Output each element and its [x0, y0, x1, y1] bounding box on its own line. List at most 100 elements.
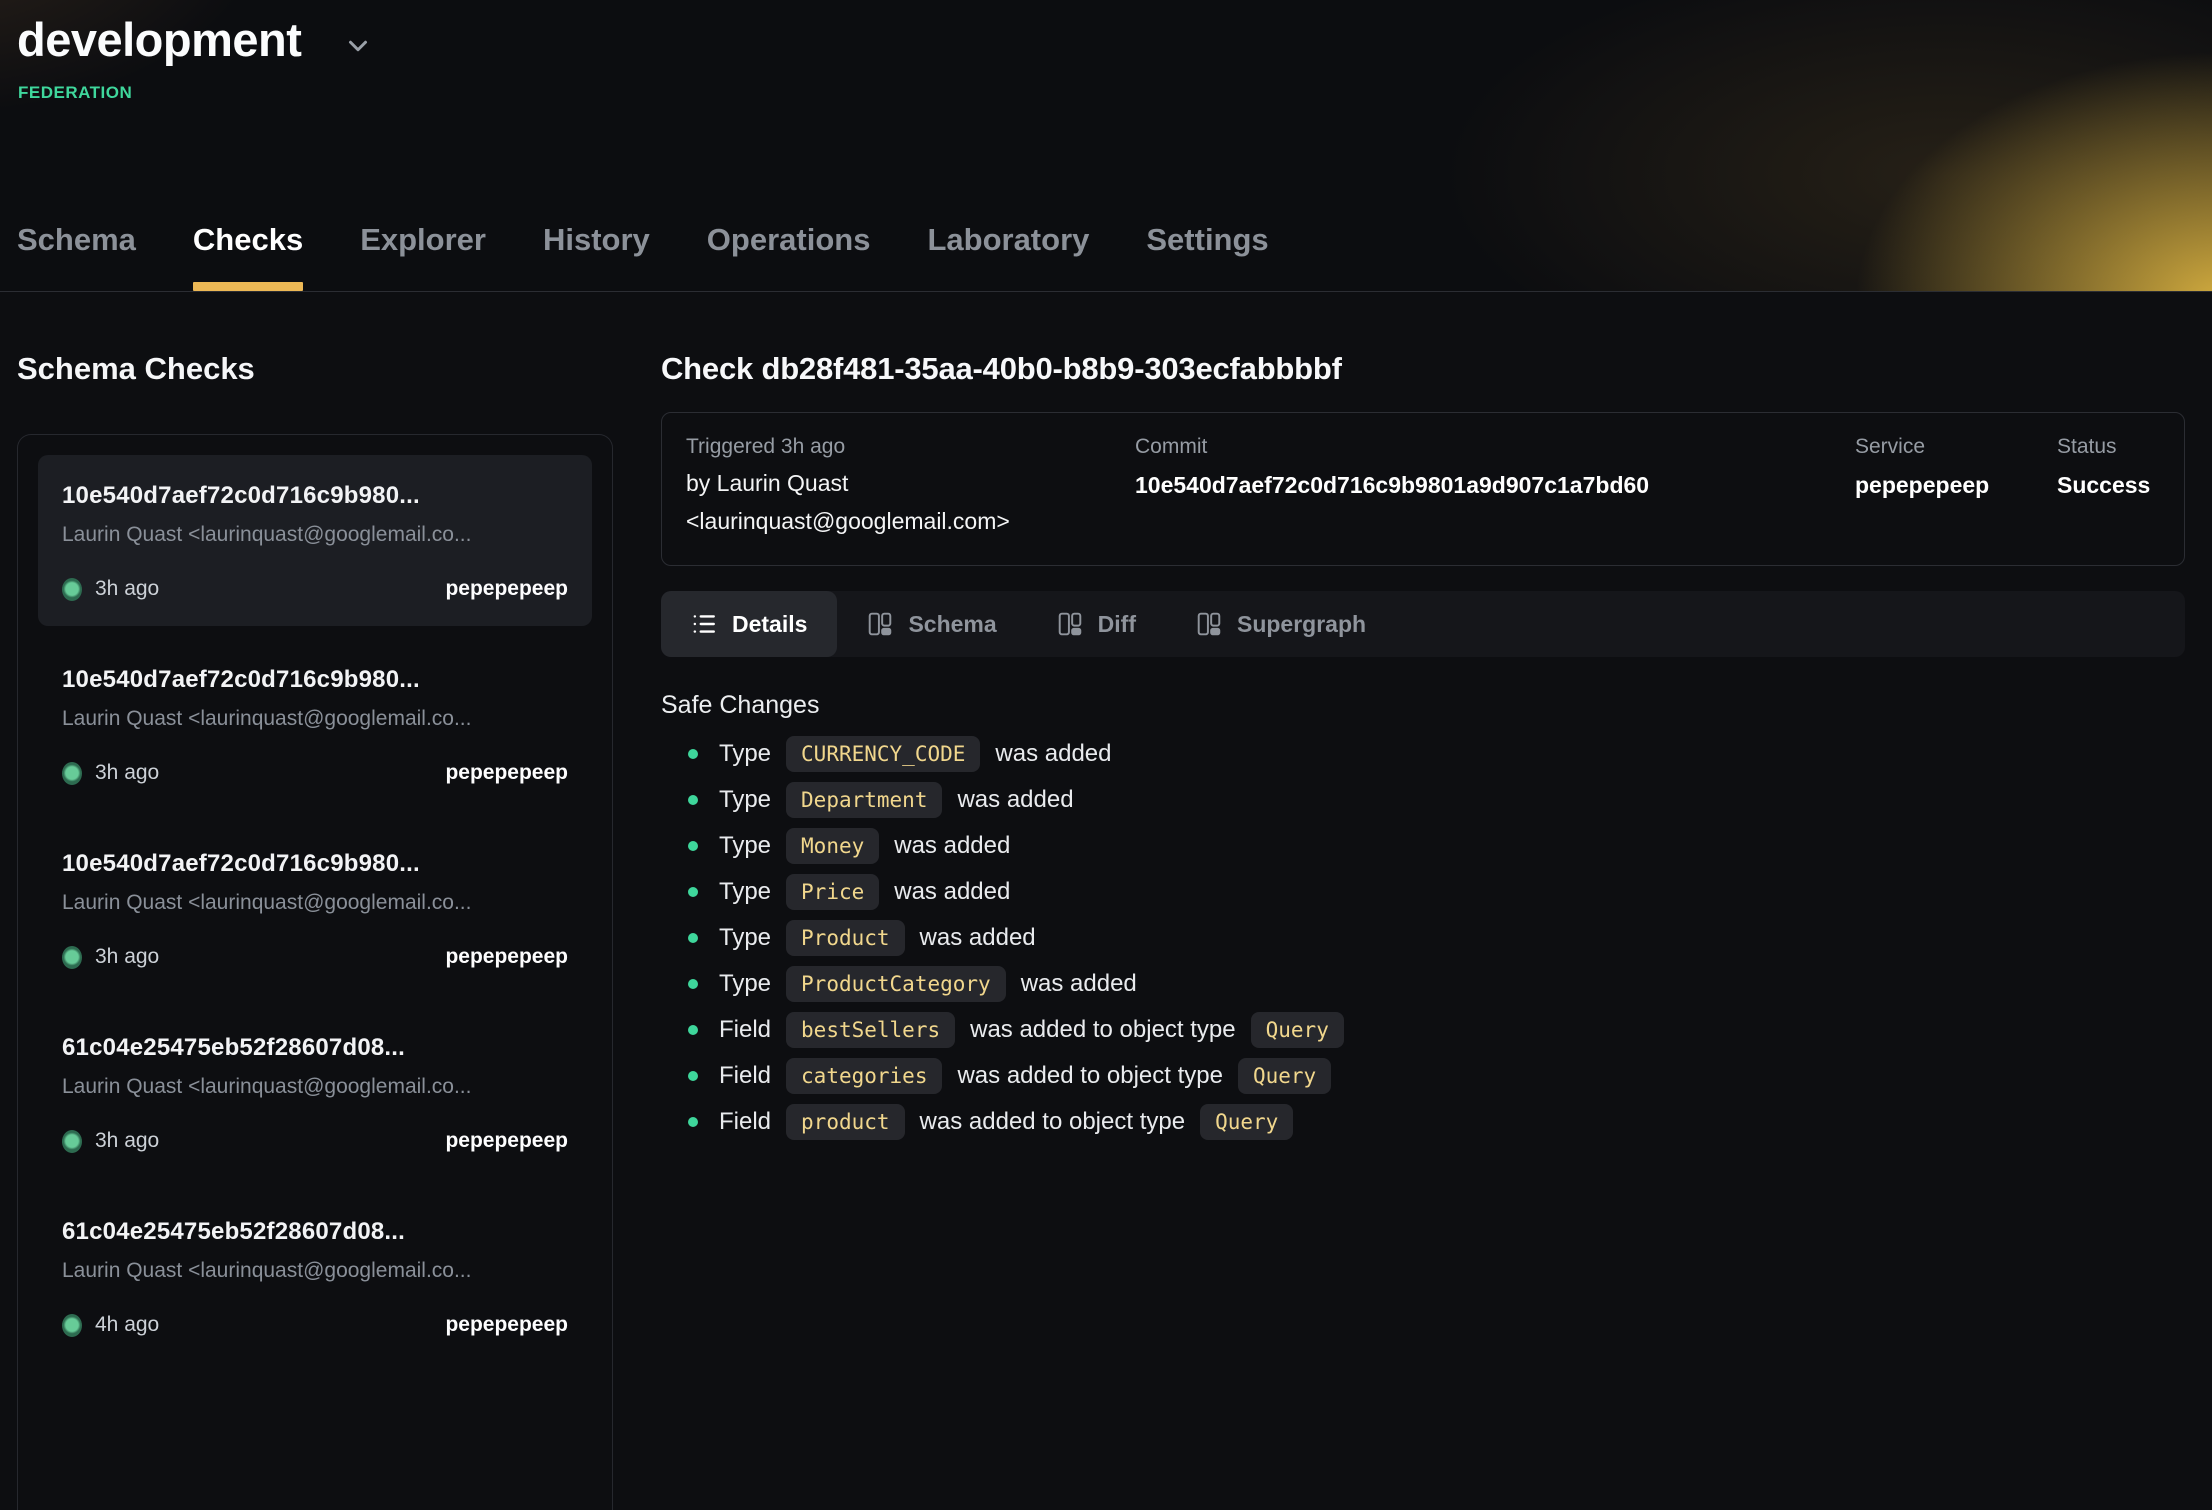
- code-chip: Query: [1238, 1058, 1331, 1094]
- code-chip: Price: [786, 874, 879, 910]
- checks-list: 10e540d7aef72c0d716c9b980... Laurin Quas…: [17, 434, 613, 1510]
- service-label: Service: [1855, 435, 2057, 459]
- project-type-badge: FEDERATION: [18, 83, 2212, 103]
- code-chip: ProductCategory: [786, 966, 1006, 1002]
- safe-changes-title: Safe Changes: [661, 691, 2185, 720]
- check-service: pepepepeep: [445, 761, 568, 785]
- check-author: Laurin Quast <laurinquast@googlemail.co.…: [62, 891, 568, 915]
- bullet-icon: [688, 933, 698, 943]
- tab-history[interactable]: History: [543, 222, 650, 291]
- changes-list: Type CURRENCY_CODE was added Type Depart…: [661, 736, 2185, 1140]
- check-service: pepepepeep: [445, 1313, 568, 1337]
- tab-laboratory[interactable]: Laboratory: [927, 222, 1089, 291]
- bullet-icon: [688, 1117, 698, 1127]
- tab-schema-view[interactable]: Schema: [837, 591, 1026, 657]
- check-time: 4h ago: [95, 1313, 159, 1337]
- check-time: 3h ago: [95, 761, 159, 785]
- columns-icon: [867, 611, 893, 637]
- change-item: Type CURRENCY_CODE was added: [661, 736, 2185, 772]
- check-id: 61c04e25475eb52f28607d08...: [62, 1034, 568, 1062]
- triggered-email: <laurinquast@googlemail.com>: [686, 508, 1135, 535]
- meta-service: Service pepepepeep: [1855, 435, 2057, 535]
- code-chip: Money: [786, 828, 879, 864]
- code-chip: CURRENCY_CODE: [786, 736, 980, 772]
- status-value: Success: [2057, 472, 2160, 499]
- code-chip: categories: [786, 1058, 942, 1094]
- triggered-by: by Laurin Quast: [686, 470, 1135, 497]
- bullet-icon: [688, 841, 698, 851]
- change-item: Type Department was added: [661, 782, 2185, 818]
- commit-label: Commit: [1135, 435, 1855, 459]
- tab-explorer[interactable]: Explorer: [360, 222, 486, 291]
- code-chip: Product: [786, 920, 905, 956]
- tab-diff[interactable]: Diff: [1027, 591, 1166, 657]
- change-item: Field bestSellers was added to object ty…: [661, 1012, 2185, 1048]
- check-time: 3h ago: [95, 945, 159, 969]
- tab-operations[interactable]: Operations: [707, 222, 871, 291]
- check-service: pepepepeep: [445, 945, 568, 969]
- code-chip: Query: [1200, 1104, 1293, 1140]
- code-chip: Query: [1251, 1012, 1344, 1048]
- bullet-icon: [688, 887, 698, 897]
- code-chip: product: [786, 1104, 905, 1140]
- main-nav: Schema Checks Explorer History Operation…: [0, 222, 1269, 291]
- change-item: Type Money was added: [661, 828, 2185, 864]
- project-selector[interactable]: development: [0, 0, 2212, 67]
- bullet-icon: [688, 979, 698, 989]
- bullet-icon: [688, 1071, 698, 1081]
- check-author: Laurin Quast <laurinquast@googlemail.co.…: [62, 707, 568, 731]
- status-success-icon: [62, 1314, 82, 1337]
- check-author: Laurin Quast <laurinquast@googlemail.co.…: [62, 523, 568, 547]
- bullet-icon: [688, 749, 698, 759]
- status-success-icon: [62, 762, 82, 785]
- list-icon: [691, 611, 717, 637]
- meta-commit: Commit 10e540d7aef72c0d716c9b9801a9d907c…: [1135, 435, 1855, 535]
- check-meta-card: Triggered 3h ago by Laurin Quast <laurin…: [661, 412, 2185, 566]
- tab-checks[interactable]: Checks: [193, 222, 303, 291]
- sidebar-title: Schema Checks: [17, 351, 613, 387]
- check-detail-title: Check db28f481-35aa-40b0-b8b9-303ecfabbb…: [661, 351, 2185, 387]
- status-label: Status: [2057, 435, 2160, 459]
- tab-details[interactable]: Details: [661, 591, 837, 657]
- bullet-icon: [688, 795, 698, 805]
- check-service: pepepepeep: [445, 577, 568, 601]
- content-area: Schema Checks 10e540d7aef72c0d716c9b980.…: [0, 292, 2212, 1510]
- check-list-item[interactable]: 61c04e25475eb52f28607d08... Laurin Quast…: [38, 1007, 592, 1178]
- check-list-item[interactable]: 10e540d7aef72c0d716c9b980... Laurin Quas…: [38, 639, 592, 810]
- check-detail-panel: Check db28f481-35aa-40b0-b8b9-303ecfabbb…: [613, 292, 2212, 1140]
- check-author: Laurin Quast <laurinquast@googlemail.co.…: [62, 1259, 568, 1283]
- code-chip: Department: [786, 782, 942, 818]
- app-root: development FEDERATION Schema Checks Exp…: [0, 0, 2212, 1474]
- meta-status: Status Success: [2057, 435, 2160, 535]
- bullet-icon: [688, 1025, 698, 1035]
- check-author: Laurin Quast <laurinquast@googlemail.co.…: [62, 1075, 568, 1099]
- tab-schema[interactable]: Schema: [17, 222, 136, 291]
- check-service: pepepepeep: [445, 1129, 568, 1153]
- tab-settings[interactable]: Settings: [1146, 222, 1268, 291]
- meta-triggered: Triggered 3h ago by Laurin Quast <laurin…: [686, 435, 1135, 535]
- columns-icon: [1057, 611, 1083, 637]
- commit-hash: 10e540d7aef72c0d716c9b9801a9d907c1a7bd60: [1135, 472, 1855, 499]
- change-item: Type Product was added: [661, 920, 2185, 956]
- check-list-item[interactable]: 10e540d7aef72c0d716c9b980... Laurin Quas…: [38, 823, 592, 994]
- tab-supergraph[interactable]: Supergraph: [1166, 591, 1396, 657]
- columns-icon: [1196, 611, 1222, 637]
- change-item: Type Price was added: [661, 874, 2185, 910]
- chevron-down-icon[interactable]: [343, 31, 373, 61]
- check-list-item[interactable]: 61c04e25475eb52f28607d08... Laurin Quast…: [38, 1191, 592, 1362]
- check-list-item[interactable]: 10e540d7aef72c0d716c9b980... Laurin Quas…: [38, 455, 592, 626]
- status-success-icon: [62, 946, 82, 969]
- check-time: 3h ago: [95, 577, 159, 601]
- triggered-label: Triggered 3h ago: [686, 435, 1135, 459]
- detail-tabs: Details Schema Diff: [661, 591, 2185, 657]
- status-success-icon: [62, 578, 82, 601]
- change-item: Type ProductCategory was added: [661, 966, 2185, 1002]
- check-time: 3h ago: [95, 1129, 159, 1153]
- check-id: 61c04e25475eb52f28607d08...: [62, 1218, 568, 1246]
- check-id: 10e540d7aef72c0d716c9b980...: [62, 850, 568, 878]
- service-name: pepepepeep: [1855, 472, 2057, 499]
- change-item: Field product was added to object type Q…: [661, 1104, 2185, 1140]
- check-id: 10e540d7aef72c0d716c9b980...: [62, 666, 568, 694]
- check-id: 10e540d7aef72c0d716c9b980...: [62, 482, 568, 510]
- code-chip: bestSellers: [786, 1012, 955, 1048]
